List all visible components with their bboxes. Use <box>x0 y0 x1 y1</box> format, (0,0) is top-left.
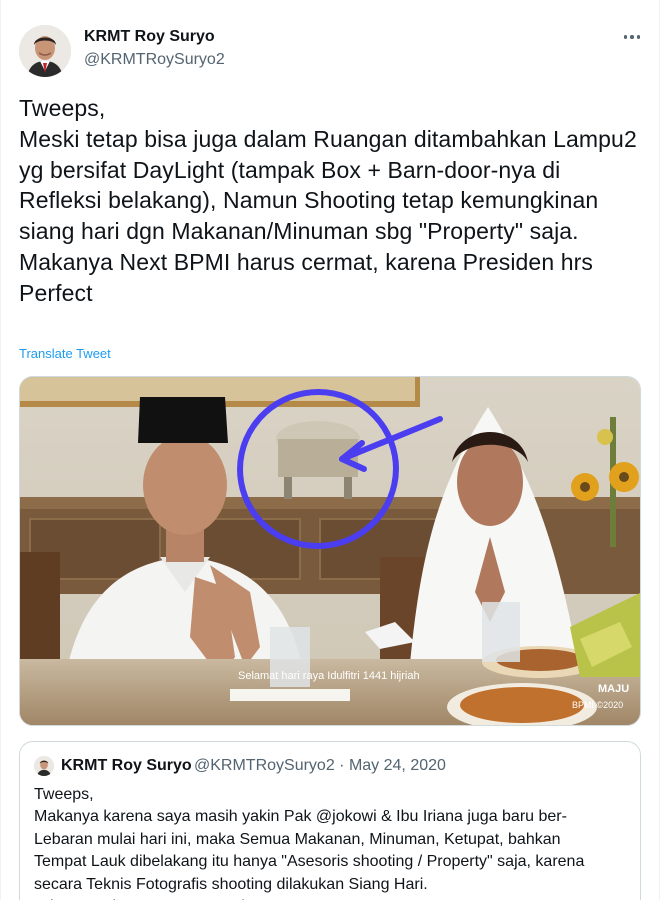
tweet-photo[interactable]: Selamat hari raya Idulfitri 1441 hijriah… <box>19 376 641 726</box>
photo-credit: BPMI ©2020 <box>572 700 623 710</box>
logo-text: MAJU <box>598 683 629 695</box>
translate-tweet-link[interactable]: Translate Tweet <box>19 346 111 361</box>
quoted-meta: @KRMTRoySuryo2 · May 24, 2020 <box>194 757 446 775</box>
quoted-date: May 24, 2020 <box>348 757 446 774</box>
video-caption: Selamat hari raya Idulfitri 1441 hijriah <box>238 670 420 682</box>
avatar-image <box>34 756 54 776</box>
more-horizontal-icon[interactable] <box>619 24 645 50</box>
meta-separator: · <box>339 757 345 774</box>
quoted-text: Tweeps, Makanya karena saya masih yakin … <box>34 786 585 900</box>
quoted-author-avatar <box>34 756 54 776</box>
avatar-image <box>19 25 71 77</box>
quoted-author-name: KRMT Roy Suryo <box>61 757 192 774</box>
tweet-text: Tweeps, Meski tetap bisa juga dalam Ruan… <box>19 95 637 306</box>
quoted-author-handle: @KRMTRoySuryo2 <box>194 757 335 774</box>
quoted-tweet[interactable]: KRMT Roy Suryo @KRMTRoySuryo2 · May 24, … <box>19 741 641 900</box>
tweet: KRMT Roy Suryo @KRMTRoySuryo2 Tweeps, Me… <box>0 0 660 900</box>
author-handle[interactable]: @KRMTRoySuryo2 <box>84 51 225 69</box>
photo-scene: Selamat hari raya Idulfitri 1441 hijriah… <box>20 377 640 725</box>
author-name[interactable]: KRMT Roy Suryo <box>84 28 215 46</box>
author-avatar[interactable] <box>19 25 71 77</box>
